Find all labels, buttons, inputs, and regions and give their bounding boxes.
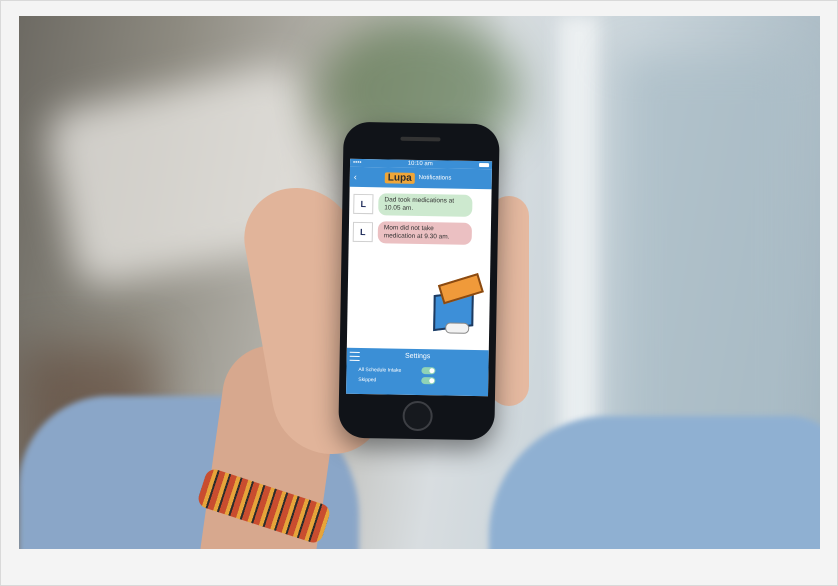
pill-icon (445, 322, 470, 334)
image-frame: •••• 10:10 am ‹ Lupa Notifications L Dad… (0, 0, 838, 586)
background-blur-window-glass (619, 56, 799, 476)
toggle-all-schedule-intake[interactable] (421, 367, 436, 375)
signal-dots: •••• (352, 159, 362, 166)
setting-label-all-schedule: All Schedule Intake (358, 366, 402, 374)
right-knee-jeans (489, 416, 820, 549)
notification-bubble-taken: Dad took medications at 10.05 am. (378, 193, 473, 217)
smartphone: •••• 10:10 am ‹ Lupa Notifications L Dad… (338, 121, 500, 441)
notification-item[interactable]: L Mom did not take medication at 9.30 am… (352, 221, 487, 245)
toggle-skipped[interactable] (421, 377, 436, 385)
status-time: 10:10 am (407, 160, 433, 168)
notification-bubble-missed: Mom did not take medication at 9.30 am. (377, 221, 473, 245)
back-chevron-icon[interactable]: ‹ (354, 172, 357, 182)
notification-item[interactable]: L Dad took medications at 10.05 am. (353, 193, 487, 217)
screen-title: Notifications (418, 174, 452, 182)
setting-label-skipped: Skipped (358, 376, 377, 384)
lifestyle-photo: •••• 10:10 am ‹ Lupa Notifications L Dad… (19, 16, 820, 549)
battery-icon (478, 163, 490, 168)
app-header: ‹ Lupa Notifications (349, 166, 492, 190)
settings-panel: Settings All Schedule Intake Skipped (346, 347, 489, 397)
app-logo: Lupa (384, 171, 415, 184)
phone-speaker (400, 136, 441, 142)
home-button[interactable] (402, 400, 433, 432)
pillbox-illustration-icon (431, 273, 484, 339)
app-avatar-icon: L (352, 221, 374, 243)
phone-screen: •••• 10:10 am ‹ Lupa Notifications L Dad… (346, 158, 493, 397)
settings-title: Settings (404, 352, 431, 361)
app-avatar-icon: L (353, 193, 374, 215)
